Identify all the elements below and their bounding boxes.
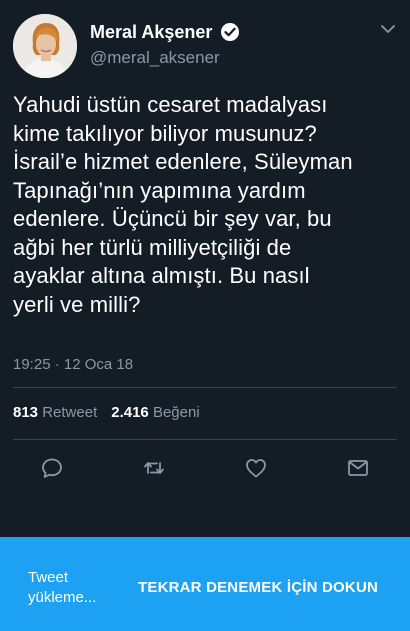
tweet-text-line: Yahudi üstün cesaret madalyası [13, 92, 328, 117]
tweet-text-line: yerli ve milli? [13, 291, 141, 317]
tweet-timestamp[interactable]: 19:25 · 12 Oca 18 [13, 356, 133, 373]
envelope-icon[interactable] [346, 456, 370, 480]
tweet-text-line: Tapınağı’nın yapımına yardım [13, 177, 306, 203]
tweet-text-line: İsrail’e hizmet edenlere, Süleyman [13, 149, 353, 174]
author-handle[interactable]: @meral_aksener [90, 47, 240, 69]
tweet-text-line: kime takılıyor biliyor musunuz? [13, 120, 317, 146]
tweet-text-line: ayaklar altına almıştı. Bu nasıl [13, 263, 310, 288]
tweet-stats: 813 Retweet 2.416 Beğeni [13, 404, 200, 421]
tweet-action-bar [0, 450, 410, 486]
divider [13, 387, 397, 388]
avatar-image [13, 14, 77, 78]
retry-button[interactable]: TEKRAR DENEMEK İÇİN DOKUN [138, 579, 378, 596]
tweet-text-line: edenlere. Üçüncü bir şey var, bu [13, 206, 332, 231]
author-names: Meral Akşener @meral_aksener [90, 20, 240, 69]
tweet-detail: Meral Akşener @meral_aksener Yahudi üstü… [0, 0, 410, 537]
retweet-label: Retweet [42, 404, 98, 421]
like-count-link[interactable]: 2.416 Beğeni [111, 404, 199, 421]
tweet-header: Meral Akşener @meral_aksener [13, 14, 397, 78]
loading-status: Tweet yükleme... [28, 568, 118, 608]
author-display-name[interactable]: Meral Akşener [90, 20, 212, 44]
reply-icon[interactable] [40, 456, 64, 480]
avatar[interactable] [13, 14, 77, 78]
loading-status-line: Tweet [28, 569, 69, 586]
tweet-text: Yahudi üstün cesaret madalyası kime takı… [13, 91, 397, 319]
divider [13, 439, 397, 440]
tweet-text-line: ağbi her türlü milliyetçiliği de [13, 234, 292, 260]
loading-status-line: yükleme... [28, 589, 97, 606]
retweet-count-link[interactable]: 813 Retweet [13, 404, 97, 421]
retweet-icon[interactable] [142, 456, 166, 480]
like-label: Beğeni [152, 404, 200, 421]
retry-banner[interactable]: Tweet yükleme... TEKRAR DENEMEK İÇİN DOK… [0, 537, 410, 631]
heart-icon[interactable] [244, 456, 268, 480]
retweet-count: 813 [13, 404, 39, 421]
chevron-down-icon[interactable] [379, 22, 397, 36]
verified-badge-icon [220, 22, 240, 42]
like-count: 2.416 [111, 404, 149, 421]
